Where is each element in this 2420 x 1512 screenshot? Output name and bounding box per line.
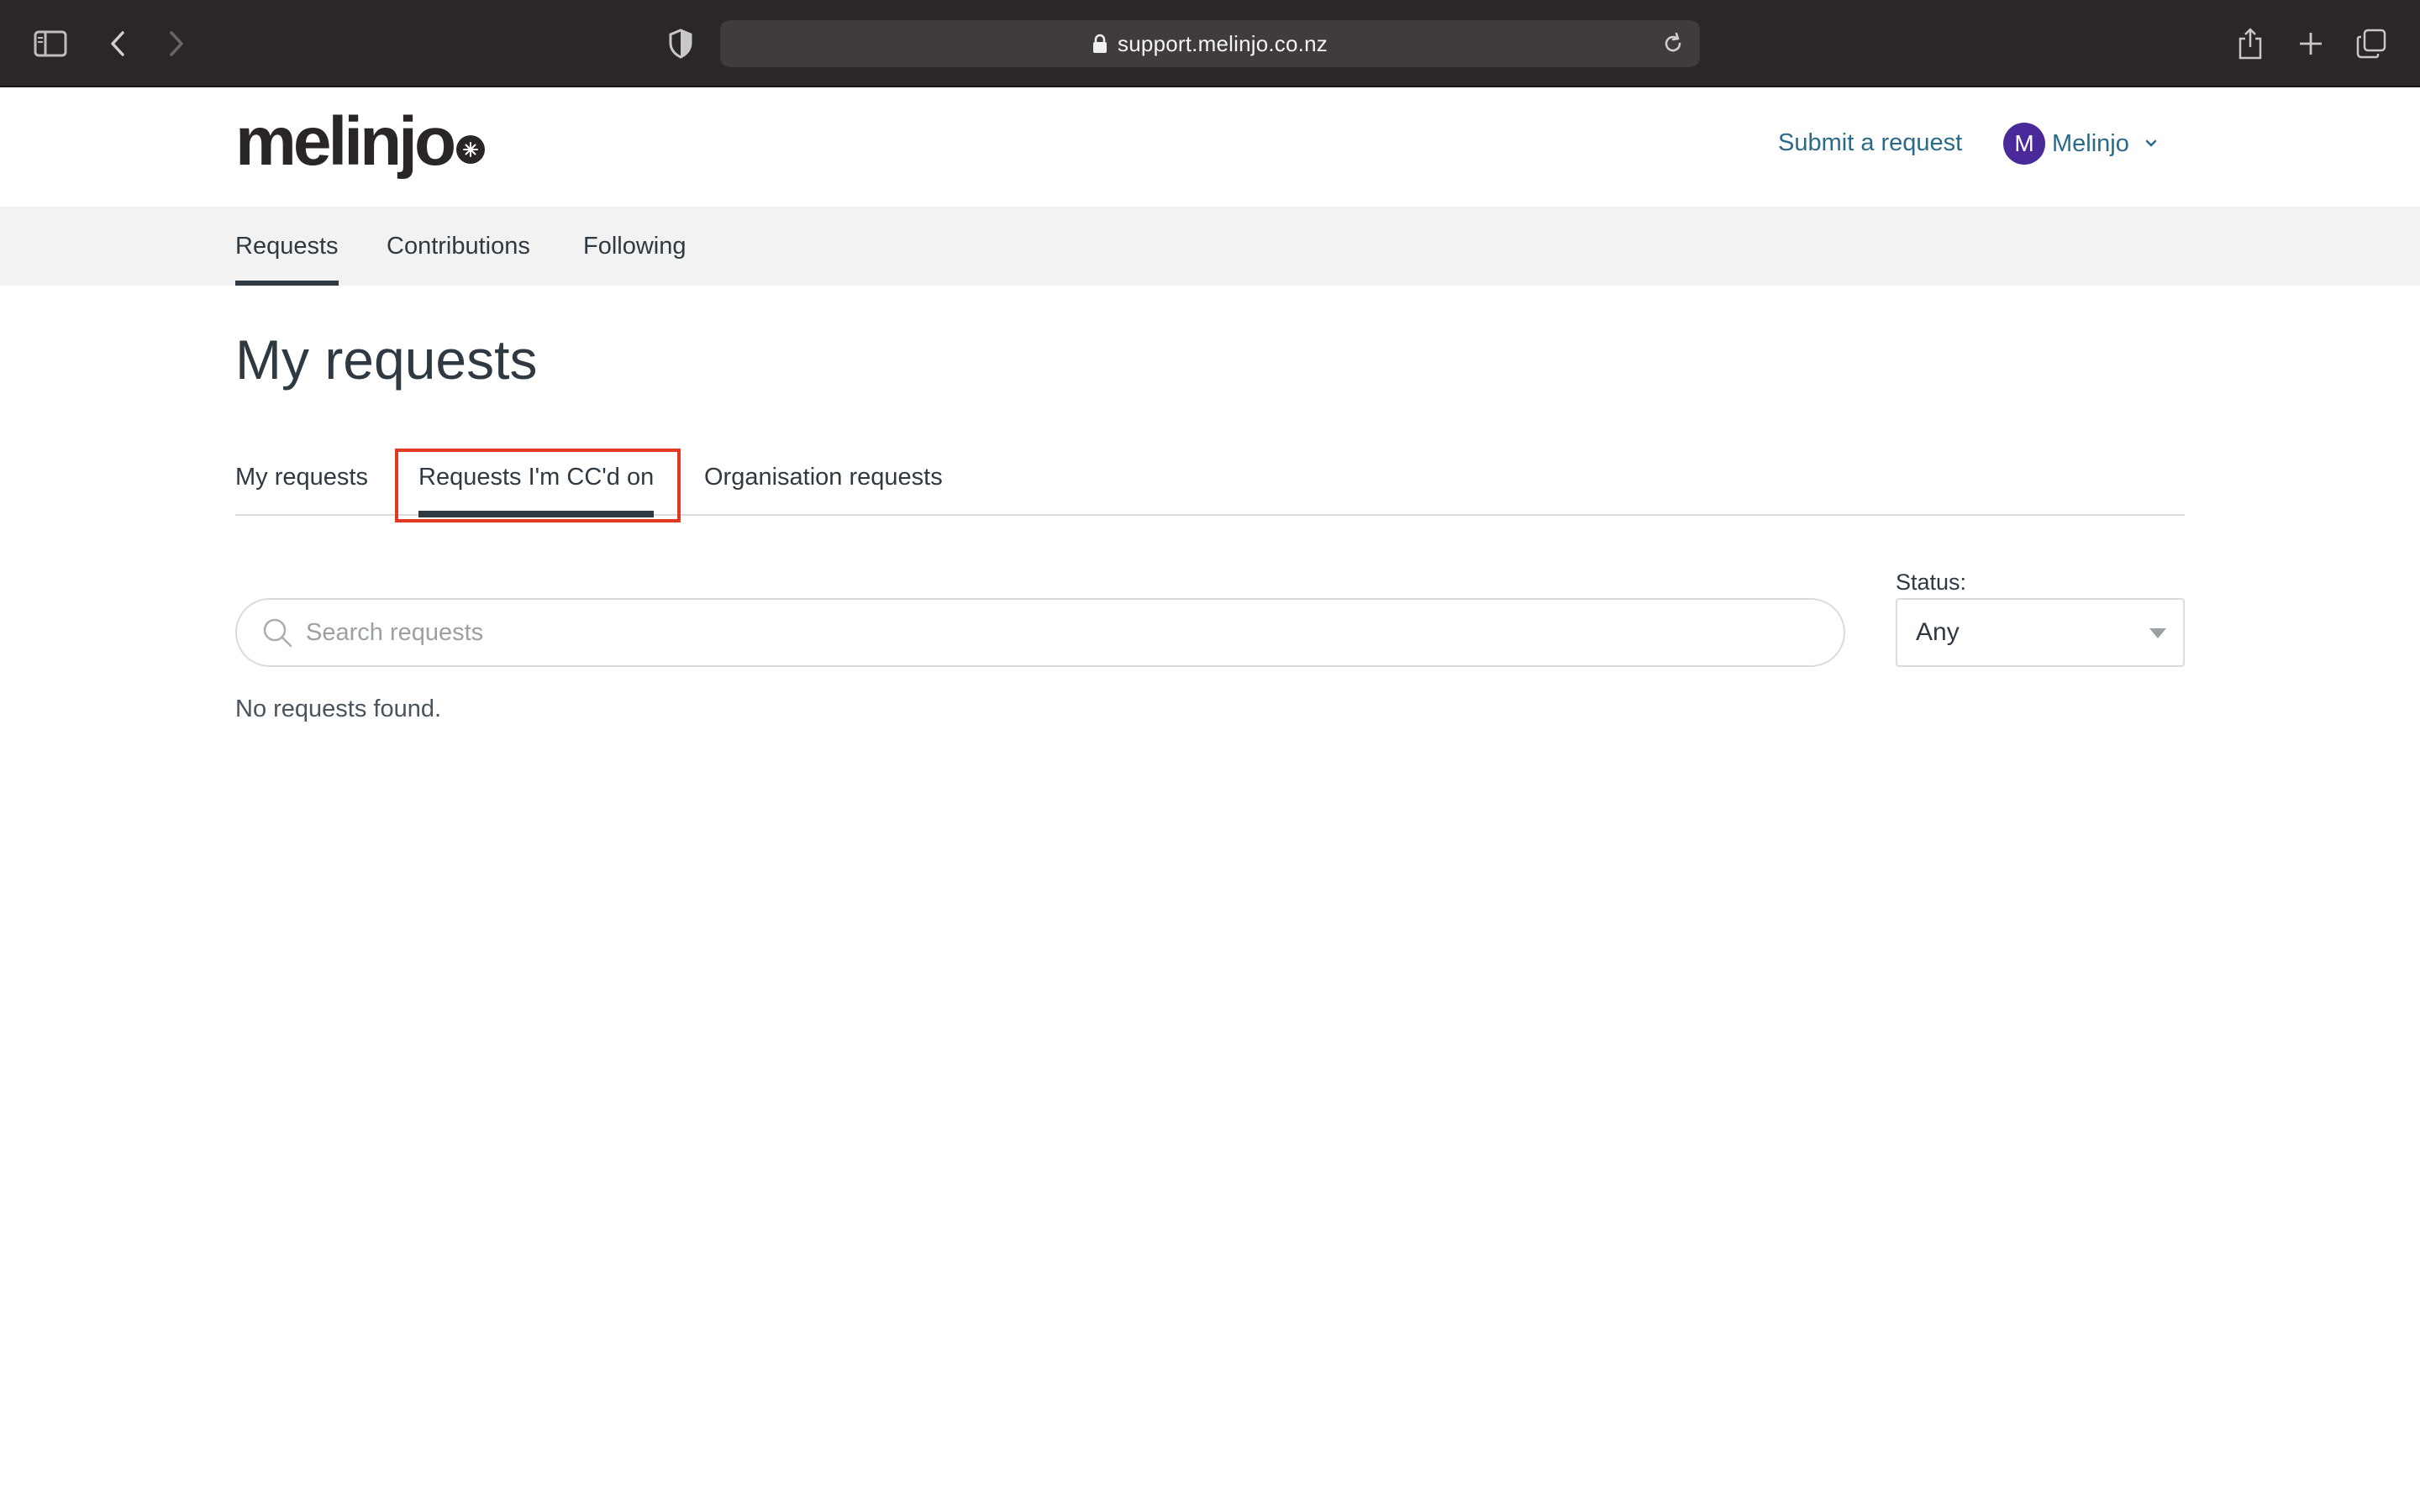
status-label: Status:: [1896, 570, 1967, 595]
subnav-item-following[interactable]: Following: [583, 207, 687, 286]
chevron-down-icon: [2145, 139, 2157, 147]
profile-subnav: Requests Contributions Following: [0, 207, 2420, 286]
search-input[interactable]: [306, 618, 1802, 647]
share-icon[interactable]: [2230, 24, 2270, 64]
highlight-annotation-box: [395, 449, 681, 522]
logo-text: melinjo: [235, 103, 456, 180]
avatar: M: [2003, 123, 2045, 165]
tab-organisation-requests[interactable]: Organisation requests: [704, 445, 943, 516]
subnav-item-contributions[interactable]: Contributions: [387, 207, 530, 286]
melinjo-logo[interactable]: melinjo: [235, 103, 486, 180]
search-field[interactable]: [235, 598, 1845, 667]
status-selected-value: Any: [1916, 618, 1960, 646]
tab-overview-icon[interactable]: [2351, 24, 2391, 64]
logo-flower-icon: [456, 135, 486, 164]
address-bar[interactable]: support.melinjo.co.nz: [720, 20, 1700, 67]
user-menu[interactable]: M Melinjo: [2003, 123, 2158, 165]
back-icon[interactable]: [97, 24, 138, 64]
submit-request-link[interactable]: Submit a request: [1778, 129, 1962, 157]
page-title: My requests: [235, 328, 538, 391]
subnav-item-requests[interactable]: Requests: [235, 207, 339, 286]
empty-state-message: No requests found.: [235, 696, 442, 722]
user-name: Melinjo: [2052, 129, 2129, 157]
site-header: melinjo Submit a request M Melinjo: [0, 87, 2420, 207]
forward-icon[interactable]: [156, 24, 197, 64]
status-select[interactable]: Any: [1896, 598, 2185, 667]
lock-icon: [1093, 34, 1107, 53]
browser-toolbar: support.melinjo.co.nz: [0, 0, 2420, 87]
tab-my-requests[interactable]: My requests: [235, 445, 368, 516]
new-tab-icon[interactable]: [2291, 24, 2331, 64]
reload-icon[interactable]: [1660, 30, 1686, 57]
search-icon: [263, 618, 292, 648]
privacy-shield-icon[interactable]: [660, 24, 701, 64]
url-text: support.melinjo.co.nz: [1118, 30, 1328, 56]
caret-down-icon: [2149, 628, 2166, 638]
sidebar-toggle-icon[interactable]: [30, 24, 71, 64]
